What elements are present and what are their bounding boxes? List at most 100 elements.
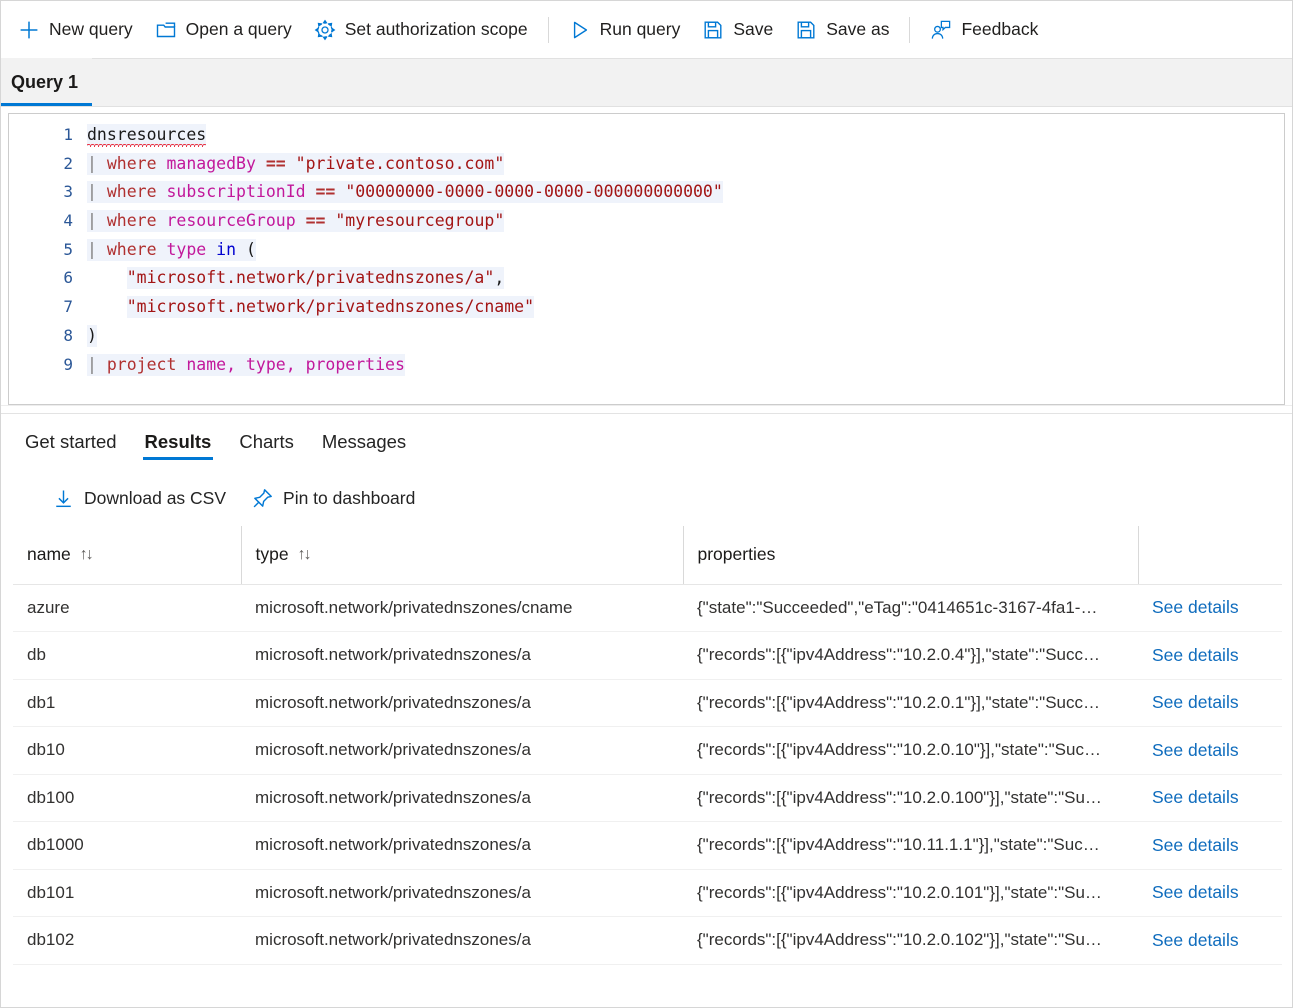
cell-properties: {"records":[{"ipv4Address":"10.2.0.10"}]… <box>683 726 1138 775</box>
column-header-properties-label: properties <box>697 544 776 565</box>
cell-properties: {"records":[{"ipv4Address":"10.2.0.101"}… <box>683 869 1138 917</box>
column-header-properties[interactable]: properties <box>683 526 1139 585</box>
token-string: "private.contoso.com" <box>295 153 505 173</box>
table-row[interactable]: azure microsoft.network/privatednszones/… <box>13 584 1282 632</box>
see-details-link[interactable]: See details <box>1152 835 1239 855</box>
token-string: "myresourcegroup" <box>335 211 505 231</box>
table-row[interactable]: db microsoft.network/privatednszones/a {… <box>13 631 1282 680</box>
toolbar-divider-2 <box>909 16 911 43</box>
sort-arrows-icon[interactable]: ↑↓ <box>298 546 312 563</box>
query-tab-strip: Query 1 <box>1 58 1292 107</box>
line-number: 2 <box>63 153 73 173</box>
see-details-link[interactable]: See details <box>1152 882 1239 902</box>
table-row[interactable]: db101 microsoft.network/privatednszones/… <box>13 869 1282 917</box>
cell-type: microsoft.network/privatednszones/a <box>241 916 683 965</box>
cell-actions: See details <box>1138 869 1282 917</box>
code-line-2: | where managedBy == "private.contoso.co… <box>87 150 1284 179</box>
see-details-link[interactable]: See details <box>1152 787 1239 807</box>
horizontal-splitter[interactable] <box>1 405 1292 414</box>
token-comma: , <box>494 268 505 288</box>
sort-arrows-icon[interactable]: ↑↓ <box>80 546 94 563</box>
column-header-name[interactable]: name ↑↓ <box>13 526 242 585</box>
query-tab-query-1[interactable]: Query 1 <box>1 58 93 106</box>
cell-name: db1000 <box>13 821 241 870</box>
set-authorization-scope-button[interactable]: Set authorization scope <box>303 10 539 50</box>
pin-to-dashboard-button[interactable]: Pin to dashboard <box>242 479 425 517</box>
kql-query-editor[interactable]: 1 2 3 4 5 6 7 8 9 dnsresources | where m… <box>8 113 1285 405</box>
token-keyword-where: where <box>106 182 157 202</box>
save-as-button[interactable]: Save as <box>784 10 900 50</box>
table-row[interactable]: db1 microsoft.network/privatednszones/a … <box>13 679 1282 727</box>
token-field-subscriptionid: subscriptionId <box>166 182 306 202</box>
cell-actions: See details <box>1138 679 1282 727</box>
token-string-subscription-id: "00000000-0000-0000-0000-000000000000" <box>345 182 723 202</box>
download-as-csv-label: Download as CSV <box>84 487 227 508</box>
token-field-resourcegroup: resourceGroup <box>166 211 296 231</box>
tab-results[interactable]: Results <box>131 414 226 470</box>
tab-charts[interactable]: Charts <box>225 414 308 470</box>
table-row[interactable]: db100 microsoft.network/privatednszones/… <box>13 774 1282 822</box>
tab-messages[interactable]: Messages <box>308 414 420 470</box>
token-operator-in: in <box>216 239 237 259</box>
cell-type: microsoft.network/privatednszones/a <box>241 869 683 917</box>
cell-actions: See details <box>1138 584 1282 632</box>
save-icon <box>702 19 724 41</box>
cell-properties: {"records":[{"ipv4Address":"10.2.0.4"}],… <box>683 631 1138 680</box>
cell-type: microsoft.network/privatednszones/a <box>241 726 683 775</box>
download-icon <box>53 488 74 509</box>
table-row[interactable]: db10 microsoft.network/privatednszones/a… <box>13 726 1282 775</box>
table-row[interactable]: db102 microsoft.network/privatednszones/… <box>13 916 1282 965</box>
code-line-9: | project name, type, properties <box>87 351 1284 380</box>
cell-type: microsoft.network/privatednszones/a <box>241 774 683 822</box>
cell-actions: See details <box>1138 821 1282 870</box>
download-as-csv-button[interactable]: Download as CSV <box>43 479 236 517</box>
code-line-3: | where subscriptionId == "00000000-0000… <box>87 178 1284 207</box>
code-line-1: dnsresources <box>87 121 1284 150</box>
cell-properties: {"records":[{"ipv4Address":"10.2.0.1"}],… <box>683 679 1138 727</box>
play-icon <box>569 19 591 41</box>
new-query-label: New query <box>49 19 133 39</box>
column-header-type[interactable]: type ↑↓ <box>241 526 684 585</box>
editor-line-number-gutter: 1 2 3 4 5 6 7 8 9 <box>9 114 87 404</box>
code-line-8: ) <box>87 322 1284 351</box>
token-pipe: | <box>87 211 107 231</box>
results-tab-bar: Get started Results Charts Messages <box>1 414 1292 470</box>
new-query-button[interactable]: New query <box>7 10 144 50</box>
run-query-button[interactable]: Run query <box>558 10 692 50</box>
line-number: 7 <box>63 297 73 317</box>
line-number: 4 <box>63 211 73 231</box>
see-details-link[interactable]: See details <box>1152 692 1239 712</box>
open-query-label: Open a query <box>185 19 292 39</box>
editor-code-area[interactable]: dnsresources | where managedBy == "priva… <box>87 114 1284 404</box>
column-header-actions <box>1138 526 1282 585</box>
tab-get-started[interactable]: Get started <box>11 414 131 470</box>
save-button[interactable]: Save <box>691 10 784 50</box>
feedback-button[interactable]: Feedback <box>919 10 1049 50</box>
results-table-head: name ↑↓ type ↑↓ properties <box>13 526 1282 585</box>
see-details-link[interactable]: See details <box>1152 645 1239 665</box>
see-details-link[interactable]: See details <box>1152 740 1239 760</box>
save-label: Save <box>733 19 774 39</box>
code-line-5: | where type in ( <box>87 236 1284 265</box>
cell-name: db101 <box>13 869 241 917</box>
resource-graph-explorer: New query Open a query Set authorization… <box>0 0 1293 1008</box>
cell-actions: See details <box>1138 726 1282 775</box>
table-row[interactable]: db1000 microsoft.network/privatednszones… <box>13 821 1282 870</box>
see-details-link[interactable]: See details <box>1152 930 1239 950</box>
token-keyword-where: where <box>106 239 157 259</box>
cell-properties: {"records":[{"ipv4Address":"10.2.0.100"}… <box>683 774 1138 822</box>
token-keyword-where: where <box>106 211 157 231</box>
token-keyword-where: where <box>106 153 157 173</box>
see-details-link[interactable]: See details <box>1152 597 1239 617</box>
tab-get-started-label: Get started <box>25 431 117 452</box>
set-authorization-scope-label: Set authorization scope <box>344 19 528 39</box>
open-query-button[interactable]: Open a query <box>144 10 303 50</box>
token-pipe: | <box>87 182 107 202</box>
plus-icon <box>18 19 40 41</box>
table-header-row: name ↑↓ type ↑↓ properties <box>13 526 1282 585</box>
save-as-label: Save as <box>826 19 890 39</box>
person-feedback-icon <box>930 19 952 41</box>
query-editor-container: 1 2 3 4 5 6 7 8 9 dnsresources | where m… <box>1 107 1292 405</box>
pin-to-dashboard-label: Pin to dashboard <box>283 487 416 508</box>
cell-name: db1 <box>13 679 241 727</box>
